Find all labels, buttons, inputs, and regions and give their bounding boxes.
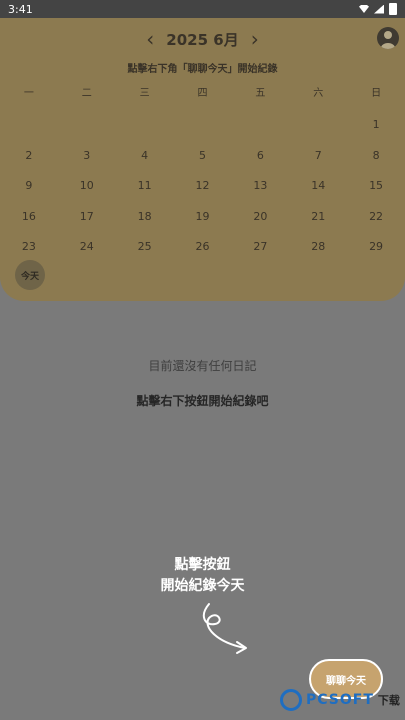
coach-line-2: 開始紀錄今天: [160, 578, 245, 594]
day-blank: [174, 110, 232, 141]
day-cell[interactable]: 18: [116, 202, 174, 233]
day-cell[interactable]: 14: [289, 171, 347, 202]
weekday-label: 四: [197, 88, 208, 99]
day-cell[interactable]: 3: [58, 141, 116, 172]
day-cell[interactable]: 8: [347, 141, 405, 172]
watermark-suffix: 下载: [377, 694, 400, 707]
status-icons: [359, 3, 397, 15]
next-month-button[interactable]: ›: [251, 29, 259, 49]
watermark-brand: PCSOFT: [306, 692, 374, 708]
day-cell[interactable]: 22: [347, 202, 405, 233]
day-blank: [231, 110, 289, 141]
calendar-panel: ‹ 2025 6月 › 點擊右下角「聊聊今天」開始紀錄 一 二 三 四 五 六 …: [0, 18, 405, 301]
day-blank: [0, 110, 58, 141]
day-grid: 1 2 3 4 5 6 7 8 9 10 11 12 13 14 15 16 1…: [0, 110, 405, 263]
day-cell[interactable]: 17: [58, 202, 116, 233]
status-bar: 3:41: [0, 0, 405, 18]
day-cell[interactable]: 24: [58, 232, 116, 263]
calendar-hint: 點擊右下角「聊聊今天」開始紀錄: [127, 64, 278, 75]
day-blank: [58, 110, 116, 141]
battery-icon: [389, 3, 397, 15]
day-cell[interactable]: 21: [289, 202, 347, 233]
weekday-label: 二: [81, 88, 92, 99]
day-cell[interactable]: 20: [231, 202, 289, 233]
weekday-header: 一 二 三 四 五 六 日: [0, 84, 405, 100]
weekday-label: 三: [139, 88, 150, 99]
weekday-label: 五: [255, 88, 266, 99]
prev-month-button[interactable]: ‹: [146, 29, 154, 49]
day-cell[interactable]: 6: [231, 141, 289, 172]
day-blank: [116, 110, 174, 141]
day-blank: [289, 110, 347, 141]
day-cell[interactable]: 12: [174, 171, 232, 202]
day-cell[interactable]: 26: [174, 232, 232, 263]
day-cell[interactable]: 16: [0, 202, 58, 233]
day-cell[interactable]: 13: [231, 171, 289, 202]
avatar-head: [384, 31, 392, 39]
day-cell[interactable]: 28: [289, 232, 347, 263]
day-cell[interactable]: 11: [116, 171, 174, 202]
avatar-body: [381, 43, 395, 49]
weekday-label: 一: [23, 88, 34, 99]
signal-icon: [374, 4, 384, 14]
day-cell[interactable]: 2: [0, 141, 58, 172]
watermark: PCSOFT 下载: [280, 686, 400, 714]
day-cell[interactable]: 7: [289, 141, 347, 172]
day-cell[interactable]: 10: [58, 171, 116, 202]
day-cell[interactable]: 9: [0, 171, 58, 202]
today-button[interactable]: 今天: [15, 260, 45, 290]
month-label: 2025 6月: [166, 30, 239, 49]
wifi-icon: [359, 5, 369, 13]
weekday-label: 日: [371, 88, 382, 99]
empty-state-message: 目前還沒有任何日記: [148, 359, 257, 373]
day-cell[interactable]: 5: [174, 141, 232, 172]
watermark-logo-icon: [280, 689, 302, 711]
day-cell[interactable]: 23: [0, 232, 58, 263]
day-cell[interactable]: 15: [347, 171, 405, 202]
status-time: 3:41: [8, 2, 33, 16]
day-cell[interactable]: 1: [347, 110, 405, 141]
day-cell[interactable]: 19: [174, 202, 232, 233]
curved-arrow-icon: [202, 603, 247, 654]
empty-state-hint: 點擊右下按鈕開始紀錄吧: [136, 394, 269, 408]
coach-line-1: 點擊按鈕: [174, 557, 231, 573]
month-nav: ‹ 2025 6月 ›: [0, 26, 405, 52]
weekday-label: 六: [313, 88, 324, 99]
day-cell[interactable]: 29: [347, 232, 405, 263]
day-cell[interactable]: 4: [116, 141, 174, 172]
day-cell[interactable]: 25: [116, 232, 174, 263]
coach-mark: 點擊按鈕 開始紀錄今天: [0, 555, 405, 597]
profile-avatar-icon[interactable]: [377, 27, 399, 49]
day-cell[interactable]: 27: [231, 232, 289, 263]
